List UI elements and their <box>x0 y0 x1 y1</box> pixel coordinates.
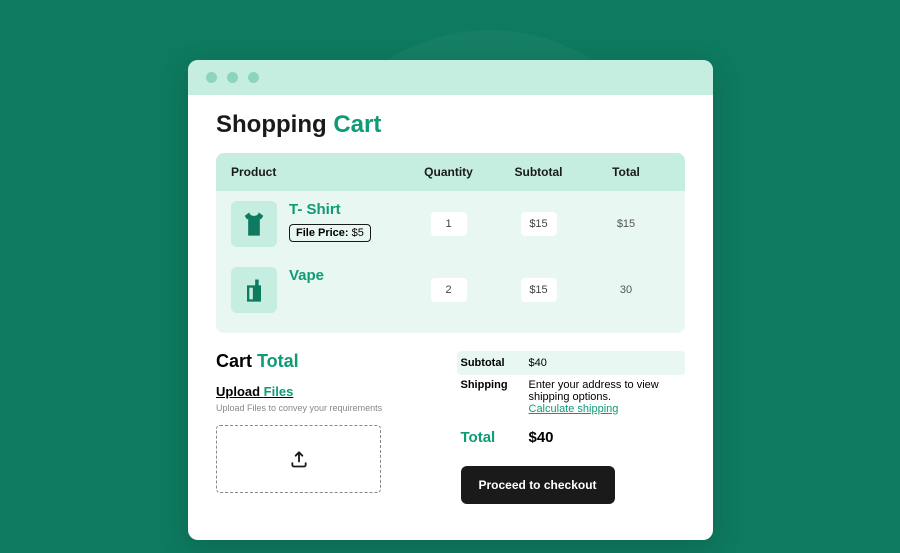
file-price-label: File Price: <box>296 227 352 239</box>
page-title-accent: Cart <box>333 111 381 138</box>
file-price-badge: File Price: $5 <box>289 224 371 242</box>
summary-total: Total $40 <box>461 423 686 454</box>
cart-table: Product Quantity Subtotal Total T- Shirt… <box>216 153 685 333</box>
product-image-tshirt <box>231 201 277 247</box>
browser-window: Shopping Cart Product Quantity Subtotal … <box>188 60 713 540</box>
row-total-value: 30 <box>586 284 666 296</box>
window-dot <box>206 72 217 83</box>
col-product: Product <box>231 165 406 179</box>
row-total-value: $15 <box>586 218 666 230</box>
shipping-label: Shipping <box>461 379 521 391</box>
table-row: Vape 2 $15 30 <box>216 257 685 333</box>
col-total: Total <box>586 165 666 179</box>
file-price-value: $5 <box>352 227 364 239</box>
product-image-vape <box>231 267 277 313</box>
product-name: T- Shirt <box>289 201 371 218</box>
cart-total-text: Cart <box>216 351 257 371</box>
upload-title: Upload Files <box>216 384 441 399</box>
quantity-value[interactable]: 2 <box>431 278 467 302</box>
upload-description: Upload Files to convey your requirements <box>216 403 441 413</box>
vape-icon <box>240 276 268 304</box>
upload-icon <box>289 449 309 469</box>
window-dot <box>248 72 259 83</box>
table-row: T- Shirt File Price: $5 1 $15 $15 <box>216 191 685 257</box>
upload-dropzone[interactable] <box>216 425 381 493</box>
shipping-text: Enter your address to view shipping opti… <box>529 379 686 403</box>
summary-shipping: Shipping Enter your address to view ship… <box>461 375 686 423</box>
total-label: Total <box>461 429 521 446</box>
checkout-button[interactable]: Proceed to checkout <box>461 466 615 504</box>
page-title-text: Shopping <box>216 111 333 138</box>
subtotal-amount: $40 <box>525 357 682 369</box>
subtotal-value: $15 <box>521 212 557 236</box>
subtotal-label: Subtotal <box>457 357 517 369</box>
total-amount: $40 <box>529 429 686 446</box>
tshirt-icon <box>240 210 268 238</box>
cart-table-header: Product Quantity Subtotal Total <box>216 153 685 191</box>
upload-title-text: Upload <box>216 384 264 399</box>
col-subtotal: Subtotal <box>491 165 586 179</box>
col-quantity: Quantity <box>406 165 491 179</box>
product-name: Vape <box>289 267 324 284</box>
window-dot <box>227 72 238 83</box>
page-title: Shopping Cart <box>216 111 685 139</box>
upload-title-accent: Files <box>264 384 294 399</box>
calculate-shipping-link[interactable]: Calculate shipping <box>529 403 619 415</box>
cart-total-heading: Cart Total <box>216 351 441 372</box>
cart-total-accent: Total <box>257 351 299 371</box>
summary-subtotal: Subtotal $40 <box>457 351 686 375</box>
subtotal-value: $15 <box>521 278 557 302</box>
quantity-value[interactable]: 1 <box>431 212 467 236</box>
window-titlebar <box>188 60 713 95</box>
